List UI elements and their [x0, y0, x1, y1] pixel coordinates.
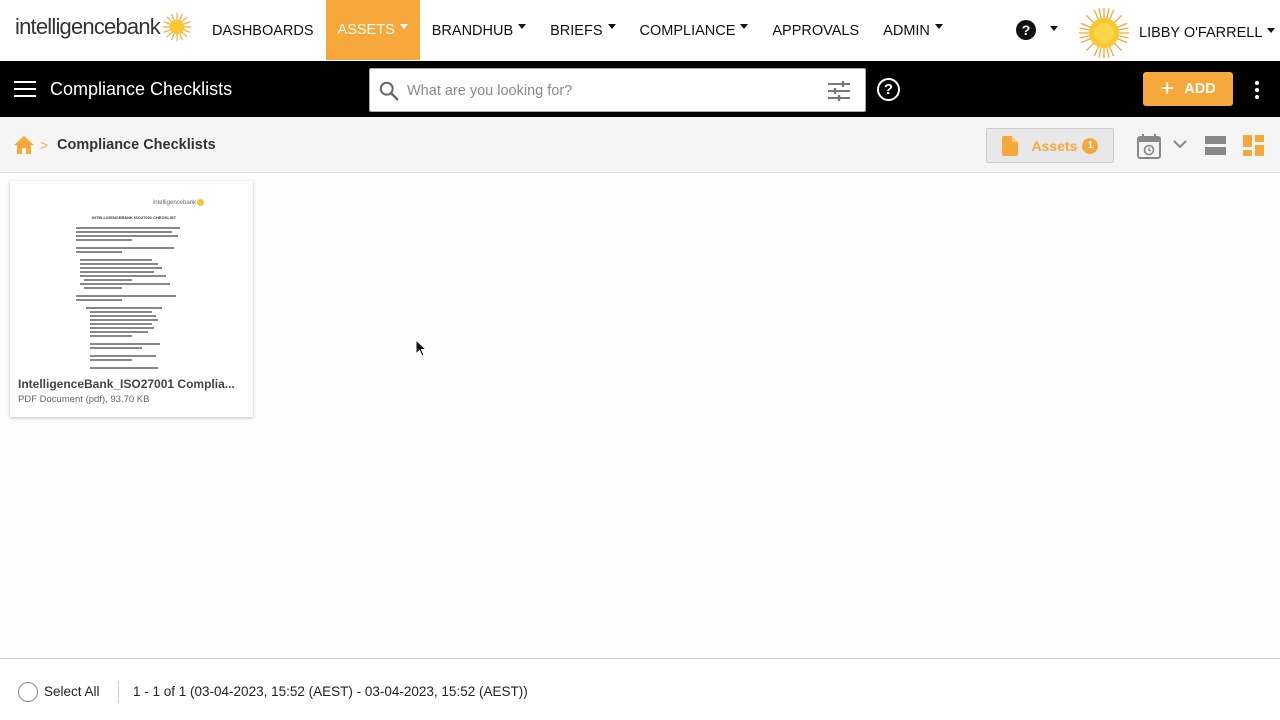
- assets-count-badge: 1: [1082, 137, 1099, 154]
- document-icon: [1001, 135, 1018, 156]
- thumbnail-logo: intelligencebank: [153, 199, 204, 206]
- nav-compliance[interactable]: COMPLIANCE: [628, 0, 761, 61]
- caret-down-icon: [1267, 27, 1276, 33]
- nav-admin-label: ADMIN: [883, 22, 930, 39]
- help-menu-button[interactable]: ?: [1016, 20, 1058, 40]
- thumbnail-logo-text: intelligencebank: [152, 200, 196, 207]
- plus-icon: +: [1160, 75, 1175, 102]
- brand-logo[interactable]: intelligencebank: [15, 12, 192, 42]
- user-avatar-sun-icon: [1079, 8, 1129, 58]
- nav-dashboards[interactable]: DASHBOARDS: [200, 0, 326, 61]
- assets-filter-label: Assets: [1031, 137, 1078, 154]
- footer-bar: Select All 1 - 1 of 1 (03-04-2023, 15:52…: [0, 658, 1280, 720]
- nav-approvals-label: APPROVALS: [772, 22, 860, 39]
- nav-brandhub-label: BRANDHUB: [431, 22, 514, 39]
- nav-assets[interactable]: ASSETS: [325, 0, 420, 60]
- logo-text: intelligencebank: [15, 14, 161, 39]
- pagination-info: 1 - 1 of 1 (03-04-2023, 15:52 (AEST) - 0…: [133, 684, 528, 699]
- chevron-down-icon[interactable]: [1173, 139, 1187, 149]
- sun-logo-icon: [162, 12, 192, 42]
- nav-briefs-label: BRIEFS: [550, 22, 603, 39]
- caret-down-icon: [934, 24, 943, 29]
- caret-down-icon: [399, 23, 408, 29]
- main-menu: DASHBOARDS ASSETS BRANDHUB BRIEFS COMPLI…: [200, 0, 955, 61]
- page-title: Compliance Checklists: [50, 79, 233, 99]
- caret-down-icon: [607, 24, 616, 29]
- asset-title[interactable]: IntelligenceBank_ISO27001 Complia...: [18, 377, 246, 391]
- user-menu[interactable]: LIBBY O'FARRELL: [1078, 7, 1276, 59]
- search-icon[interactable]: [378, 80, 400, 102]
- nav-approvals[interactable]: APPROVALS: [760, 0, 871, 61]
- top-navigation: intelligencebank DASHBOARDS ASSETS BRAND…: [0, 0, 1280, 61]
- list-view-icon[interactable]: [1205, 136, 1226, 155]
- caret-down-icon: [518, 24, 527, 29]
- asset-meta: PDF Document (pdf), 93.70 KB: [18, 394, 150, 405]
- help-icon: ?: [1016, 20, 1036, 40]
- hamburger-menu-icon[interactable]: [14, 81, 36, 97]
- nav-admin[interactable]: ADMIN: [871, 0, 955, 61]
- nav-compliance-label: COMPLIANCE: [639, 22, 736, 39]
- caret-down-icon: [1050, 25, 1058, 31]
- breadcrumb-bar: > Compliance Checklists Assets 1: [0, 117, 1280, 173]
- nav-briefs[interactable]: BRIEFS: [538, 0, 627, 61]
- section-toolbar: Compliance Checklists ? + ADD: [0, 61, 1280, 117]
- home-icon[interactable]: [14, 136, 34, 154]
- search-input[interactable]: [407, 80, 807, 102]
- nav-brandhub[interactable]: BRANDHUB: [420, 0, 538, 61]
- add-button[interactable]: + ADD: [1143, 72, 1233, 106]
- more-options-icon[interactable]: [1254, 81, 1260, 99]
- select-all-label[interactable]: Select All: [44, 684, 100, 699]
- add-button-label: ADD: [1184, 81, 1216, 97]
- thumbnail-heading: INTELLIGENCEBANK ISO27001 CHECKLIST: [92, 215, 177, 220]
- help-icon[interactable]: ?: [877, 78, 900, 101]
- mouse-cursor-icon: [415, 339, 427, 357]
- breadcrumb-separator: >: [40, 137, 49, 153]
- assets-filter-button[interactable]: Assets 1: [986, 128, 1114, 163]
- footer-divider: [118, 681, 119, 703]
- asset-card[interactable]: intelligencebank INTELLIGENCEBANK ISO270…: [10, 181, 253, 417]
- calendar-history-icon[interactable]: [1137, 133, 1161, 159]
- asset-thumbnail[interactable]: intelligencebank INTELLIGENCEBANK ISO270…: [62, 191, 204, 375]
- filter-sliders-icon[interactable]: [827, 80, 851, 102]
- caret-down-icon: [740, 24, 749, 29]
- nav-dashboards-label: DASHBOARDS: [212, 22, 314, 39]
- search-box: [369, 68, 866, 112]
- breadcrumb-current: Compliance Checklists: [57, 137, 216, 153]
- user-name: LIBBY O'FARRELL: [1139, 25, 1263, 41]
- select-all-radio[interactable]: [18, 682, 38, 702]
- grid-view-icon[interactable]: [1243, 135, 1264, 156]
- nav-assets-label: ASSETS: [337, 22, 395, 38]
